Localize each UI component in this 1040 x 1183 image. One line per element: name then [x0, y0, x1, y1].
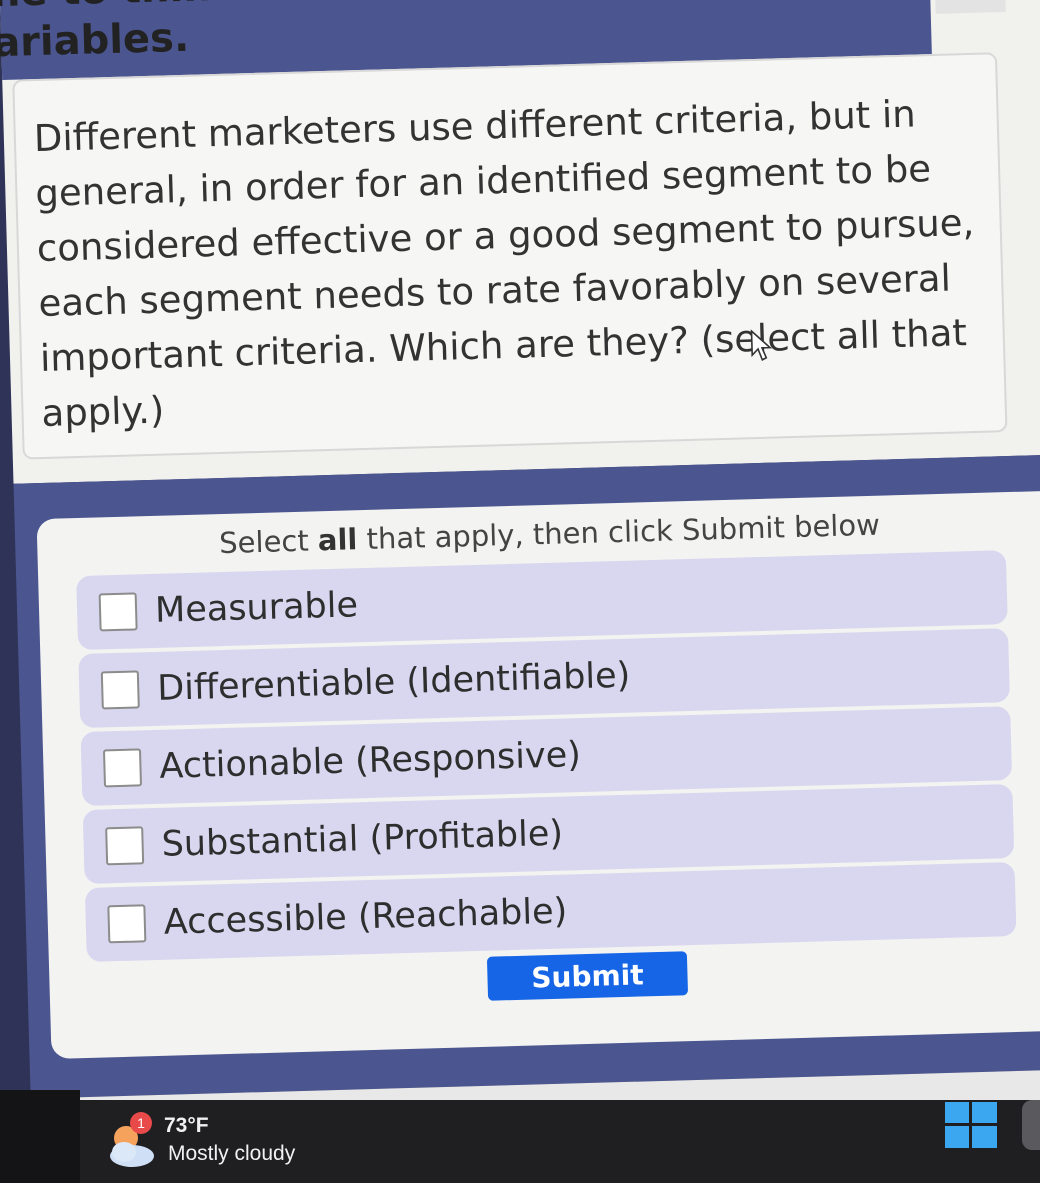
option-label: Measurable: [154, 585, 359, 631]
option-label: Substantial (Profitable): [161, 813, 564, 865]
question-text: Different marketers use different criter…: [33, 92, 975, 435]
weather-widget[interactable]: 1 73°F Mostly cloudy: [104, 1112, 364, 1172]
checkbox[interactable]: [102, 748, 143, 788]
submit-button[interactable]: Submit: [486, 951, 689, 1001]
checkbox[interactable]: [100, 670, 140, 710]
checkbox[interactable]: [107, 904, 147, 944]
mouse-pointer-icon: [750, 329, 773, 361]
option-label: Actionable (Responsive): [158, 735, 582, 787]
weather-condition: Mostly cloudy: [168, 1142, 296, 1165]
taskbar-tray-edge[interactable]: [1022, 1100, 1040, 1150]
corner-block: [934, 0, 1006, 14]
checkbox[interactable]: [105, 826, 145, 866]
weather-temperature: 73°F: [164, 1114, 209, 1137]
checkbox[interactable]: [98, 592, 138, 632]
monitor-bezel: [0, 1090, 80, 1183]
instructions-emphasis: all: [317, 522, 358, 558]
option-label: Accessible (Reachable): [163, 891, 568, 943]
question-card: Different marketers use different criter…: [12, 52, 1008, 460]
windows-logo-icon[interactable]: [945, 1102, 997, 1148]
section-heading-fragment: ariables.: [0, 14, 190, 67]
notification-badge: 1: [130, 1112, 152, 1134]
option-label: Differentiable (Identifiable): [156, 655, 631, 709]
instructions-prefix: Select: [218, 523, 319, 561]
